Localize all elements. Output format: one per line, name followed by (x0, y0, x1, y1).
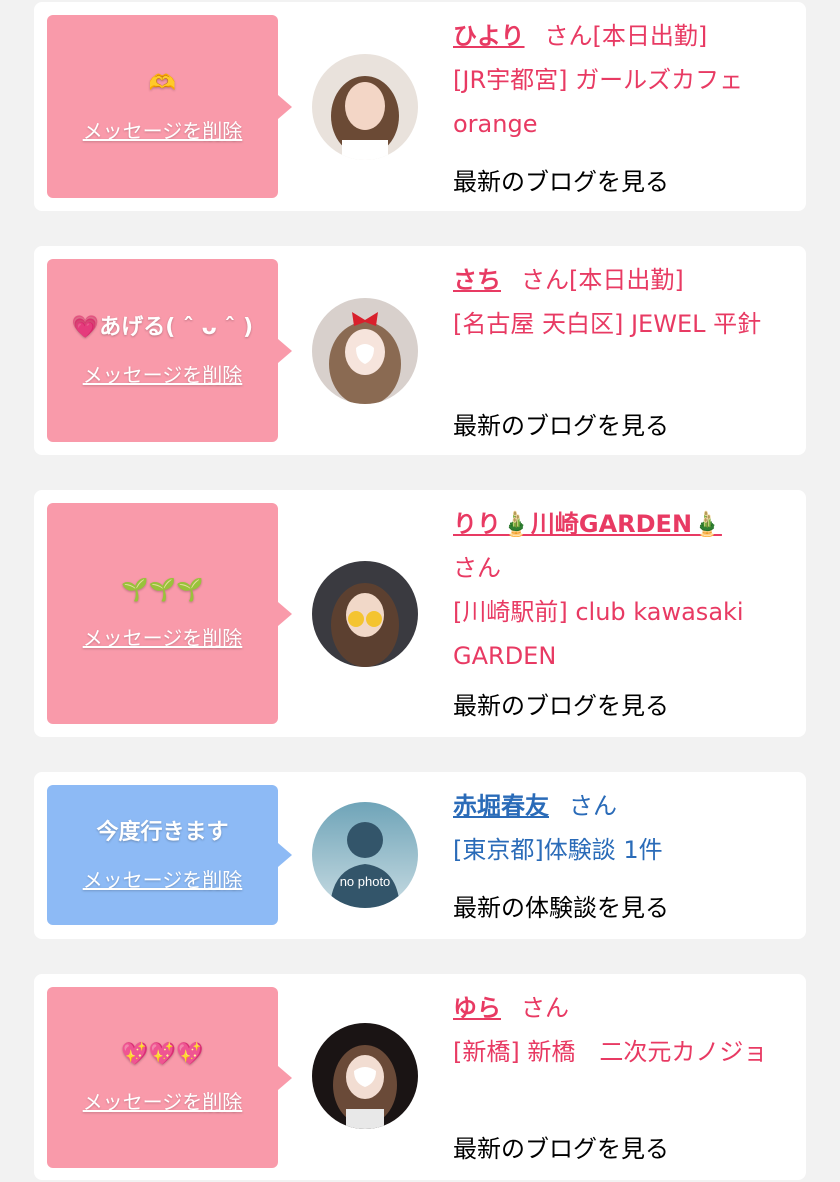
honorific: さん (521, 266, 569, 294)
message-text: 今度行きます (96, 819, 229, 845)
message-bubble: 🫶 メッセージを削除 (47, 15, 292, 198)
shop-name: [JR宇都宮] ガールズカフェorange (453, 66, 744, 138)
shop-name: [川崎駅前] club kawasaki GARDEN (453, 598, 744, 670)
honorific: さん (521, 994, 569, 1022)
honorific: さん (544, 22, 593, 50)
delete-message-link[interactable]: メッセージを削除 (83, 115, 243, 144)
message-card: 💖💖💖 メッセージを削除 ゆら さん [新橋] 新橋 二次元カノジョ 最新のブログ… (34, 974, 806, 1180)
message-text: 🫶 (148, 71, 177, 96)
message-text: 💖💖💖 (121, 1042, 204, 1067)
svg-text:no photo: no photo (340, 874, 391, 889)
honorific: さん (453, 554, 501, 582)
message-bubble: 💖💖💖 メッセージを削除 (47, 987, 292, 1168)
latest-review-link[interactable]: 最新の体験談を見る (453, 894, 669, 922)
profile-info: ゆら さん [新橋] 新橋 二次元カノジョ (453, 986, 793, 1074)
profile-info: 赤堀春友 さん [東京都]体験談 1件 (453, 784, 793, 872)
profile-name-link[interactable]: ゆら (453, 994, 501, 1022)
profile-name-link[interactable]: 赤堀春友 (453, 792, 549, 820)
shop-name: [新橋] 新橋 二次元カノジョ (453, 1038, 768, 1066)
avatar[interactable]: no photo (312, 802, 418, 908)
message-bubble: 🌱🌱🌱 メッセージを削除 (47, 503, 292, 724)
message-card: 🌱🌱🌱 メッセージを削除 りり🎍川崎GARDEN🎍 さん [川崎駅前] club… (34, 490, 806, 737)
photo-girl-1-icon (312, 54, 418, 160)
profile-info: さち さん[本日出勤] [名古屋 天白区] JEWEL 平針 (453, 258, 793, 346)
avatar[interactable] (312, 1023, 418, 1129)
message-text: 💗あげる( ˆ ᴗ ˆ ) (71, 315, 254, 340)
message-card: 💗あげる( ˆ ᴗ ˆ ) メッセージを削除 さち さん[本日出勤] [名古屋 天… (34, 246, 806, 455)
delete-message-link[interactable]: メッセージを削除 (83, 359, 243, 388)
message-card: 今度行きます メッセージを削除 no photo 赤堀春友 さん [東京都]体験談… (34, 772, 806, 939)
status-badge: [本日出勤] (592, 22, 708, 50)
photo-girl-2-icon (312, 298, 418, 404)
latest-blog-link[interactable]: 最新のブログを見る (453, 168, 669, 196)
honorific: さん (569, 792, 617, 820)
message-bubble: 💗あげる( ˆ ᴗ ˆ ) メッセージを削除 (47, 259, 292, 442)
profile-name-link[interactable]: ひより (453, 22, 525, 50)
avatar[interactable] (312, 561, 418, 667)
avatar[interactable] (312, 54, 418, 160)
delete-message-link[interactable]: メッセージを削除 (83, 622, 243, 651)
no-photo-silhouette-icon: no photo (312, 802, 418, 908)
profile-name-link[interactable]: さち (453, 266, 501, 294)
status-badge: [本日出勤] (569, 266, 684, 294)
photo-girl-3-icon (312, 561, 418, 667)
message-card: 🫶 メッセージを削除 ひより さん[本日出勤] [JR宇都宮] ガールズカフェor… (34, 2, 806, 211)
delete-message-link[interactable]: メッセージを削除 (83, 1086, 243, 1115)
review-count: [東京都]体験談 1件 (453, 836, 663, 864)
latest-blog-link[interactable]: 最新のブログを見る (453, 1135, 669, 1163)
message-bubble: 今度行きます メッセージを削除 (47, 785, 292, 925)
latest-blog-link[interactable]: 最新のブログを見る (453, 412, 669, 440)
shop-name: [名古屋 天白区] JEWEL 平針 (453, 310, 762, 338)
avatar[interactable] (312, 298, 418, 404)
delete-message-link[interactable]: メッセージを削除 (83, 864, 243, 893)
profile-info: ひより さん[本日出勤] [JR宇都宮] ガールズカフェorange (453, 14, 793, 146)
photo-girl-4-icon (312, 1023, 418, 1129)
latest-blog-link[interactable]: 最新のブログを見る (453, 692, 669, 720)
profile-info: りり🎍川崎GARDEN🎍 さん [川崎駅前] club kawasaki GAR… (453, 502, 793, 678)
profile-name-link[interactable]: りり🎍川崎GARDEN🎍 (453, 510, 722, 538)
message-text: 🌱🌱🌱 (121, 578, 204, 603)
